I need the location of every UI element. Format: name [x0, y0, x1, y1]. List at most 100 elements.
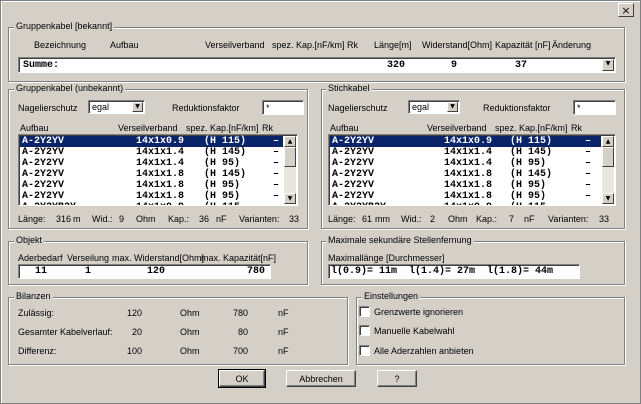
- unknown-var-value: 33: [289, 214, 300, 224]
- list-item[interactable]: A-2Y2YV 14x1x1.8 (H 95) –: [20, 180, 283, 191]
- list-cell-kap: (H 115: [204, 202, 240, 205]
- unknown-scroll-thumb[interactable]: [284, 147, 296, 167]
- stich-scroll-thumb[interactable]: [602, 147, 614, 167]
- known-summe-widerstand: 9: [451, 60, 458, 71]
- objekt-legend: Objekt: [14, 235, 45, 245]
- bilanzen-row-label: Differenz:: [18, 346, 57, 356]
- list-cell-rk: –: [585, 136, 592, 147]
- chevron-down-icon[interactable]: ▼: [602, 59, 614, 71]
- bilanzen-row-nf: 780: [232, 308, 248, 318]
- list-cell-rk: –: [585, 202, 591, 205]
- unknown-var-label: Varianten:: [239, 214, 280, 224]
- known-summe-label: Summe:: [23, 60, 60, 71]
- known-cable-group: [8, 27, 625, 82]
- list-item[interactable]: A-2Y2YB2Y 14x1x0.9 (H 115 –: [20, 202, 283, 205]
- scroll-up-icon[interactable]: ▲: [602, 136, 614, 147]
- bilanzen-row-ohm: 100: [126, 346, 142, 356]
- list-item[interactable]: A-2Y2YV 14x1x1.8 (H 95) –: [330, 180, 601, 191]
- list-cell-aufbau: A-2Y2YV: [22, 169, 65, 180]
- list-item[interactable]: A-2Y2YV 14x1x1.8 (H 95) –: [330, 191, 601, 202]
- list-cell-verseil: 14x1x1.8: [136, 191, 185, 202]
- objekt-ader-value: 11: [35, 266, 48, 277]
- list-item[interactable]: A-2Y2YV 14x1x0.9 (H 115) –: [330, 136, 601, 147]
- option-checkbox[interactable]: [359, 306, 370, 317]
- stich-kap-label: Kap.:: [476, 214, 498, 224]
- unknown-laenge-unit: m: [73, 214, 81, 224]
- list-cell-rk: –: [273, 191, 280, 202]
- list-cell-kap: (H 145): [204, 169, 247, 180]
- list-cell-verseil: 14x1x1.8: [136, 180, 185, 191]
- known-cable-combo[interactable]: Summe: 320 9 37 ▼: [18, 57, 616, 73]
- option-checkbox[interactable]: [359, 345, 370, 356]
- stich-wid-label: Wid.:: [401, 214, 422, 224]
- unknown-cable-list[interactable]: A-2Y2YV 14x1x0.9 (H 115) – A-2Y2YV 14x1x1.4 (H…: [18, 134, 298, 206]
- stich-reduktion-input[interactable]: *: [573, 100, 616, 115]
- list-cell-verseil: 14x1x1.8: [444, 180, 493, 191]
- stich-nageli-label: Nagelierschutz: [328, 103, 388, 113]
- list-item[interactable]: A-2Y2YV 14x1x1.4 (H 145) –: [20, 147, 283, 158]
- list-item[interactable]: A-2Y2YV 14x1x1.8 (H 95) –: [20, 191, 283, 202]
- stich-reduktion-label: Reduktionsfaktor: [483, 103, 551, 113]
- chevron-down-icon[interactable]: ▼: [447, 102, 458, 112]
- unknown-nageli-select[interactable]: egal ▼: [88, 100, 145, 114]
- chevron-down-icon[interactable]: ▼: [132, 102, 143, 112]
- scroll-down-icon[interactable]: ▼: [602, 193, 614, 204]
- list-cell-verseil: 14x1x1.8: [444, 191, 493, 202]
- unknown-col-rk: Rk: [262, 123, 273, 133]
- known-cable-legend: Gruppenkabel [bekannt]: [14, 21, 115, 31]
- list-cell-aufbau: A-2Y2YB2Y: [332, 202, 386, 205]
- stich-col-kap: spez. Kap.[nF/km]: [495, 123, 568, 133]
- known-header-verseilverband: Verseilverband: [205, 40, 265, 50]
- scroll-up-icon[interactable]: ▲: [284, 136, 296, 147]
- unknown-kap-value: 36: [199, 214, 210, 224]
- list-cell-rk: –: [585, 147, 592, 158]
- option-label[interactable]: Manuelle Kabelwahl: [374, 326, 455, 336]
- unknown-kap-label: Kap.:: [168, 214, 190, 224]
- list-item[interactable]: A-2Y2YV 14x1x0.9 (H 115) –: [20, 136, 283, 147]
- list-item[interactable]: A-2Y2YV 14x1x1.8 (H 145) –: [20, 169, 283, 180]
- list-cell-aufbau: A-2Y2YV: [332, 180, 375, 191]
- option-label[interactable]: Alle Aderzahlen anbieten: [374, 346, 474, 356]
- option-label[interactable]: Grenzwerte ignorieren: [374, 307, 463, 317]
- unknown-list-scrollbar[interactable]: ▲ ▼: [284, 136, 296, 204]
- ok-button[interactable]: OK: [218, 369, 266, 388]
- stich-list-scrollbar[interactable]: ▲ ▼: [602, 136, 614, 204]
- list-item[interactable]: A-2Y2YV 14x1x1.8 (H 145) –: [330, 169, 601, 180]
- close-icon[interactable]: ×: [618, 3, 634, 17]
- known-header-kapazitaet: Kapazität [nF]: [495, 40, 551, 50]
- stich-col-aufbau: Aufbau: [330, 123, 359, 133]
- list-cell-verseil: 14x1x1.4: [444, 147, 493, 158]
- list-cell-aufbau: A-2Y2YV: [22, 147, 65, 158]
- bilanzen-row-ohm-unit: Ohm: [180, 327, 200, 337]
- list-cell-verseil: 14x1x0.9: [444, 136, 493, 147]
- known-summe-laenge: 320: [387, 60, 406, 71]
- list-cell-rk: –: [585, 158, 592, 169]
- stich-cable-list[interactable]: A-2Y2YV 14x1x0.9 (H 115) – A-2Y2YV 14x1x1.4 (H…: [328, 134, 616, 206]
- unknown-reduktion-input[interactable]: *: [262, 100, 304, 115]
- list-item[interactable]: A-2Y2YB2Y 14x1x0.9 (H 115 –: [330, 202, 601, 205]
- list-cell-kap: (H 95): [204, 191, 241, 202]
- list-cell-aufbau: A-2Y2YV: [22, 191, 65, 202]
- list-cell-kap: (H 115): [510, 136, 553, 147]
- stich-nageli-select[interactable]: egal ▼: [408, 100, 460, 114]
- stich-var-value: 33: [599, 214, 610, 224]
- list-cell-aufbau: A-2Y2YV: [22, 158, 65, 169]
- help-button[interactable]: ?: [377, 370, 417, 387]
- bilanzen-row-nf: 80: [237, 327, 248, 337]
- list-item[interactable]: A-2Y2YV 14x1x1.4 (H 95) –: [20, 158, 283, 169]
- cancel-button[interactable]: Abbrechen: [286, 370, 356, 387]
- unknown-wid-label: Wid.:: [92, 214, 113, 224]
- list-item[interactable]: A-2Y2YV 14x1x1.4 (H 95) –: [330, 158, 601, 169]
- known-summe-kapazitaet: 37: [515, 60, 528, 71]
- bilanzen-row-nf-unit: nF: [278, 308, 289, 318]
- stich-reduktion-value: *: [577, 103, 581, 113]
- unknown-reduktion-label: Reduktionsfaktor: [172, 103, 240, 113]
- list-cell-kap: (H 95): [510, 158, 547, 169]
- scroll-down-icon[interactable]: ▼: [284, 193, 296, 204]
- known-header-aufbau: Aufbau: [110, 40, 139, 50]
- unknown-cable-legend: Gruppenkabel (unbekannt): [14, 83, 126, 93]
- unknown-nageli-label: Nagelierschutz: [18, 103, 78, 113]
- list-cell-kap: (H 115): [204, 136, 247, 147]
- option-checkbox[interactable]: [359, 325, 370, 336]
- list-item[interactable]: A-2Y2YV 14x1x1.4 (H 145) –: [330, 147, 601, 158]
